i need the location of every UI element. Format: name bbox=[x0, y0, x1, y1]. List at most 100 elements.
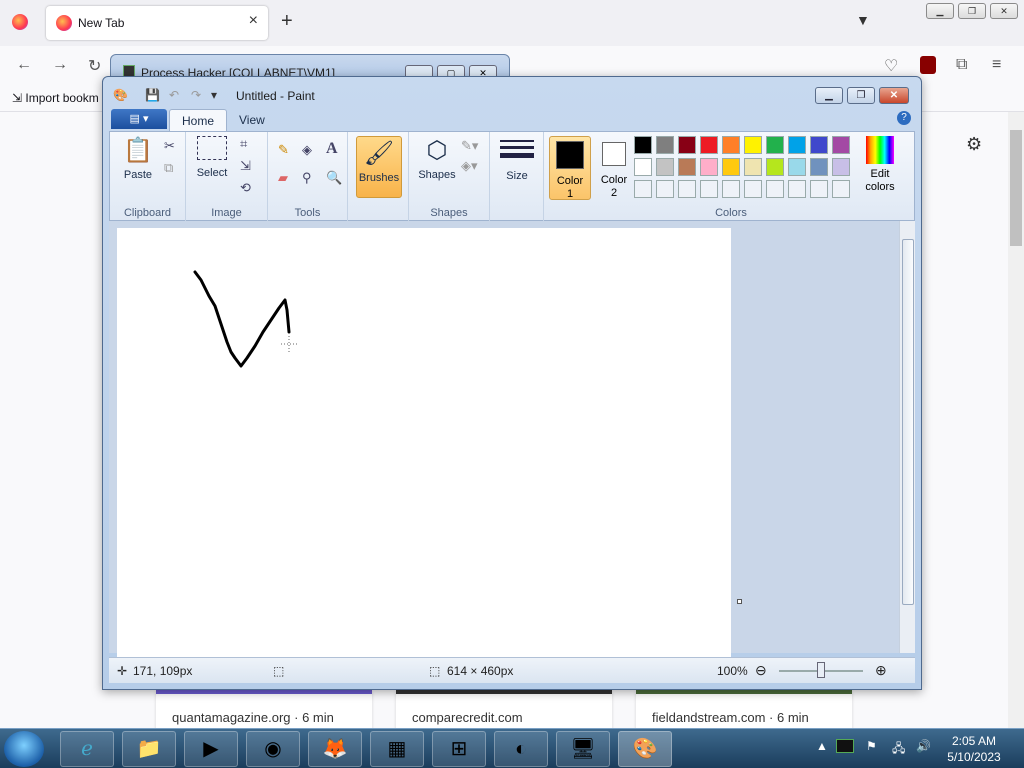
palette-swatch[interactable] bbox=[722, 158, 740, 176]
forward-arrow-icon[interactable]: → bbox=[52, 56, 68, 74]
palette-swatch[interactable] bbox=[810, 136, 828, 154]
save-icon[interactable]: 💾 bbox=[145, 88, 160, 102]
edit-colors-button[interactable]: Edit colors bbox=[856, 136, 904, 194]
tab-new-tab[interactable]: New Tab × bbox=[46, 6, 268, 40]
magnifier-icon[interactable]: 🔍 bbox=[326, 170, 342, 186]
tray-network-icon[interactable]: 🖧 bbox=[892, 739, 905, 760]
paint-minimize-button[interactable]: ▁ bbox=[815, 87, 843, 104]
list-tabs-chevron-icon[interactable]: ▼ bbox=[856, 12, 870, 28]
zoom-slider-thumb[interactable] bbox=[817, 662, 825, 678]
firefox-scrollbar-thumb[interactable] bbox=[1010, 130, 1022, 246]
text-icon[interactable]: A bbox=[326, 140, 338, 158]
story-tile-2[interactable]: comparecredit.com bbox=[396, 690, 612, 730]
gear-icon[interactable]: ⚙ bbox=[966, 134, 982, 155]
taskbar-windows-icon[interactable]: ⊞ bbox=[432, 731, 486, 767]
palette-swatch[interactable] bbox=[832, 136, 850, 154]
drawing-canvas[interactable] bbox=[117, 228, 731, 658]
palette-swatch[interactable] bbox=[656, 136, 674, 154]
palette-swatch[interactable] bbox=[722, 180, 740, 198]
taskbar-ie-icon[interactable]: ℯ bbox=[60, 731, 114, 767]
customize-qat-icon[interactable]: ▾ bbox=[211, 88, 217, 102]
palette-swatch[interactable] bbox=[700, 136, 718, 154]
outline-icon[interactable]: ✎▾ bbox=[461, 138, 478, 154]
copy-icon[interactable]: ⧉ bbox=[164, 160, 173, 176]
canvas-scrollbar-thumb[interactable] bbox=[902, 239, 914, 605]
taskbar-paint-icon[interactable]: 🎨 bbox=[618, 731, 672, 767]
brushes-button[interactable]: 🖌 Brushes bbox=[356, 136, 402, 198]
eraser-icon[interactable]: ▰ bbox=[278, 170, 288, 186]
firefox-close-button[interactable]: ✕ bbox=[990, 3, 1018, 19]
tab-close-icon[interactable]: × bbox=[249, 12, 258, 30]
palette-swatch[interactable] bbox=[788, 180, 806, 198]
firefox-restore-button[interactable]: ❐ bbox=[958, 3, 986, 19]
cut-icon[interactable]: ✂ bbox=[164, 138, 175, 154]
palette-swatch[interactable] bbox=[810, 158, 828, 176]
taskbar-control-panel-icon[interactable]: ▦ bbox=[370, 731, 424, 767]
select-button[interactable]: Select bbox=[192, 136, 232, 179]
canvas-vertical-scrollbar[interactable] bbox=[899, 221, 915, 653]
tab-home[interactable]: Home bbox=[169, 109, 228, 131]
shapes-button[interactable]: ⬡ Shapes bbox=[415, 136, 459, 181]
ublock-icon[interactable] bbox=[920, 56, 936, 74]
taskbar-process-hacker-icon[interactable]: 🖥 bbox=[556, 731, 610, 767]
paint-file-menu-button[interactable]: ▤ ▾ bbox=[111, 109, 167, 129]
size-button[interactable]: Size bbox=[498, 136, 536, 182]
palette-swatch[interactable] bbox=[700, 180, 718, 198]
taskbar-media-player-icon[interactable]: ▶ bbox=[184, 731, 238, 767]
palette-swatch[interactable] bbox=[766, 158, 784, 176]
taskbar-firefox-icon[interactable]: 🦊 bbox=[308, 731, 362, 767]
tray-volume-icon[interactable]: 🔊 bbox=[916, 739, 931, 753]
help-icon[interactable]: ? bbox=[897, 111, 911, 125]
new-tab-plus-icon[interactable]: + bbox=[281, 10, 293, 33]
undo-icon[interactable]: ↶ bbox=[169, 88, 179, 102]
palette-swatch[interactable] bbox=[766, 136, 784, 154]
resize-icon[interactable]: ⇲ bbox=[240, 158, 251, 174]
palette-swatch[interactable] bbox=[634, 180, 652, 198]
taskbar-windows-update-icon[interactable]: ◐ bbox=[494, 731, 548, 767]
hamburger-menu-icon[interactable]: ≡ bbox=[992, 56, 1001, 74]
palette-swatch[interactable] bbox=[788, 158, 806, 176]
story-tile-1[interactable]: quantamagazine.org · 6 min bbox=[156, 690, 372, 730]
pencil-icon[interactable]: ✎ bbox=[278, 142, 289, 158]
palette-swatch[interactable] bbox=[634, 136, 652, 154]
reload-icon[interactable]: ↻ bbox=[88, 56, 101, 76]
tray-show-hidden-icon[interactable]: ▲ bbox=[816, 739, 828, 753]
canvas-resize-handle[interactable] bbox=[737, 599, 742, 604]
tray-process-hacker-icon[interactable] bbox=[836, 739, 854, 753]
fill-icon[interactable]: ◈▾ bbox=[461, 158, 478, 174]
pocket-icon[interactable]: ♡ bbox=[884, 56, 898, 76]
palette-swatch[interactable] bbox=[722, 136, 740, 154]
color-picker-icon[interactable]: ⚲ bbox=[302, 170, 312, 186]
crop-icon[interactable]: ⌗ bbox=[240, 136, 247, 152]
back-arrow-icon[interactable]: ← bbox=[16, 56, 32, 74]
rotate-icon[interactable]: ⟲ bbox=[240, 180, 251, 196]
palette-swatch[interactable] bbox=[634, 158, 652, 176]
taskbar-clock[interactable]: 2:05 AM 5/10/2023 bbox=[944, 733, 1004, 765]
extensions-icon[interactable]: ⧉ bbox=[956, 56, 967, 74]
palette-swatch[interactable] bbox=[832, 158, 850, 176]
palette-swatch[interactable] bbox=[832, 180, 850, 198]
story-tile-3[interactable]: fieldandstream.com · 6 min bbox=[636, 690, 852, 730]
palette-swatch[interactable] bbox=[656, 158, 674, 176]
taskbar-chrome-icon[interactable]: ◉ bbox=[246, 731, 300, 767]
tray-action-center-icon[interactable]: ⚑ bbox=[866, 739, 877, 753]
palette-swatch[interactable] bbox=[810, 180, 828, 198]
palette-swatch[interactable] bbox=[678, 180, 696, 198]
palette-swatch[interactable] bbox=[744, 180, 762, 198]
taskbar-explorer-icon[interactable]: 📁 bbox=[122, 731, 176, 767]
tab-view[interactable]: View bbox=[227, 109, 277, 131]
zoom-out-icon[interactable]: ⊖ bbox=[755, 662, 767, 679]
palette-swatch[interactable] bbox=[744, 136, 762, 154]
start-button[interactable] bbox=[4, 731, 44, 767]
paint-close-button[interactable]: ✕ bbox=[879, 87, 909, 104]
palette-swatch[interactable] bbox=[656, 180, 674, 198]
paste-button[interactable]: 📋 Paste bbox=[118, 136, 158, 181]
paint-maximize-button[interactable]: ❐ bbox=[847, 87, 875, 104]
palette-swatch[interactable] bbox=[700, 158, 718, 176]
fill-bucket-icon[interactable]: ◈ bbox=[302, 142, 312, 158]
palette-swatch[interactable] bbox=[678, 158, 696, 176]
palette-swatch[interactable] bbox=[744, 158, 762, 176]
firefox-minimize-button[interactable]: ▁ bbox=[926, 3, 954, 19]
firefox-menu-icon[interactable] bbox=[12, 14, 28, 30]
redo-icon[interactable]: ↷ bbox=[191, 88, 201, 102]
